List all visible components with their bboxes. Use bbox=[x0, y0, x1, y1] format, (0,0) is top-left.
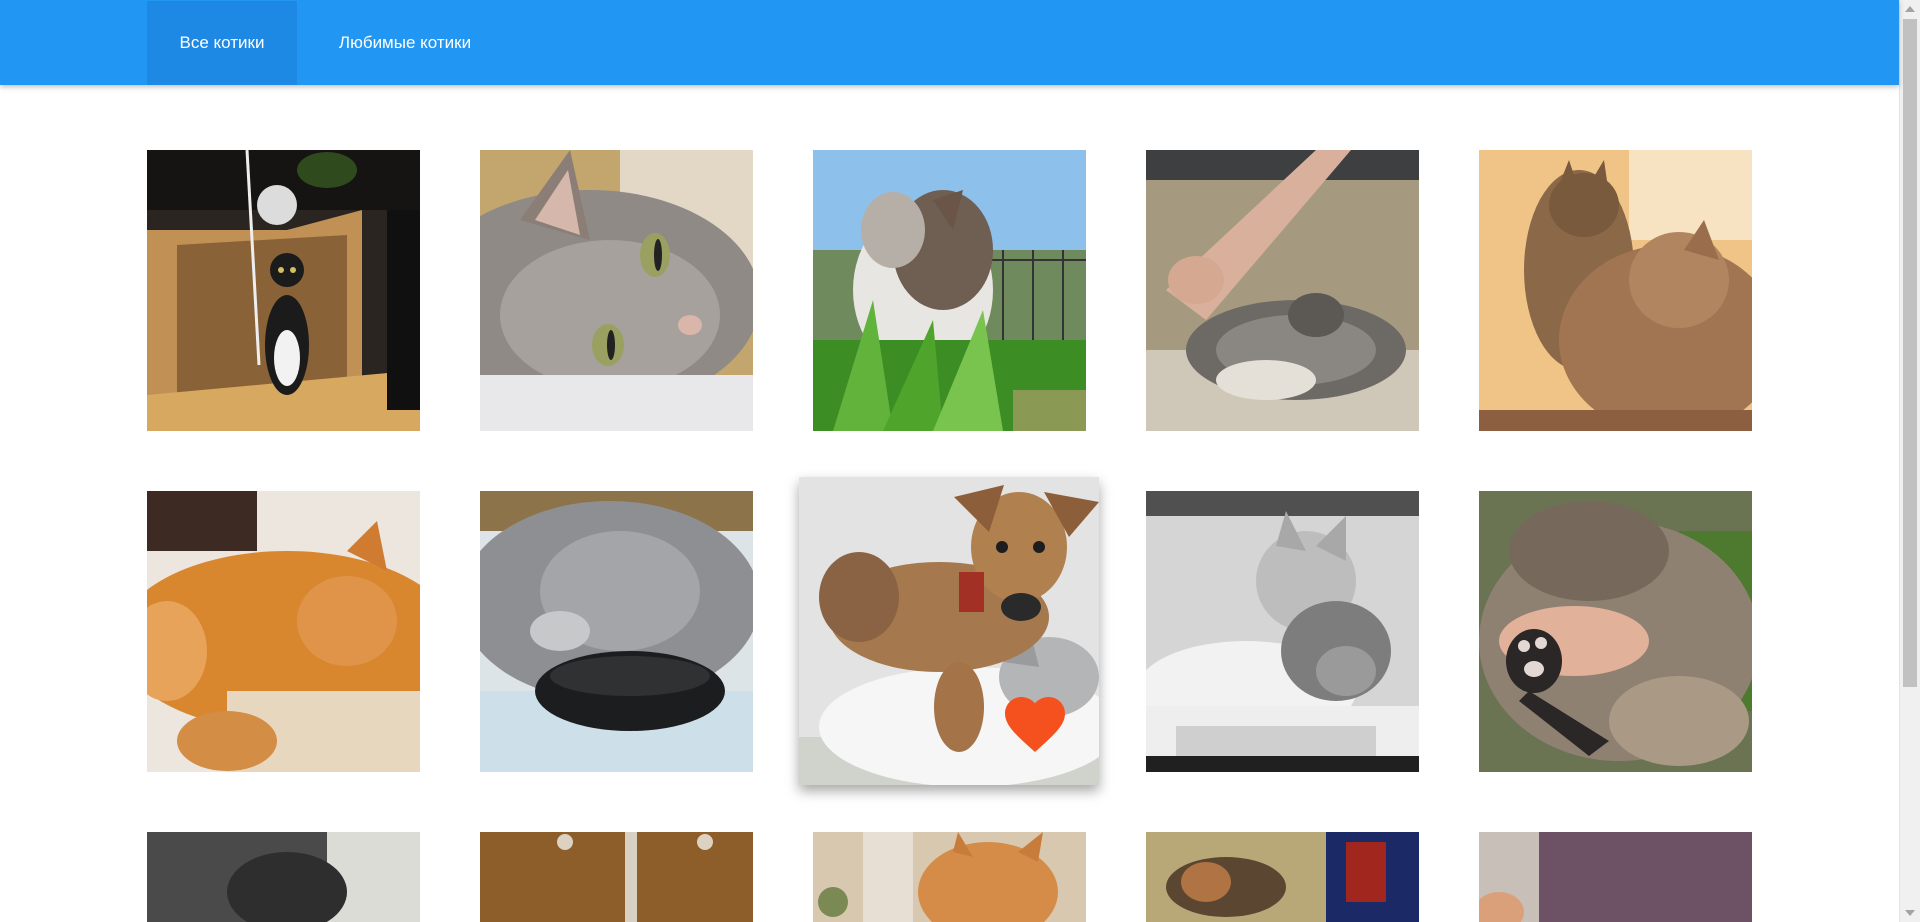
cat-card[interactable] bbox=[1479, 491, 1752, 772]
cat-photo bbox=[1146, 491, 1419, 772]
cat-photo bbox=[480, 150, 753, 431]
cat-card[interactable] bbox=[1479, 150, 1752, 431]
cat-photo bbox=[147, 832, 420, 922]
cat-card[interactable] bbox=[147, 491, 420, 772]
cat-card[interactable] bbox=[1479, 832, 1752, 922]
scroll-thumb[interactable] bbox=[1903, 19, 1917, 687]
cat-card[interactable] bbox=[480, 150, 753, 431]
cat-card[interactable] bbox=[480, 832, 753, 922]
cat-photo bbox=[1479, 832, 1752, 922]
cat-card[interactable] bbox=[147, 150, 420, 431]
cat-card[interactable] bbox=[480, 491, 753, 772]
cat-photo bbox=[1479, 150, 1752, 431]
app-root: Все котики Любимые котики bbox=[0, 0, 1920, 922]
cat-photo bbox=[480, 832, 753, 922]
tab-favorite-cats[interactable]: Любимые котики bbox=[297, 1, 513, 85]
cat-photo bbox=[147, 491, 420, 772]
scroll-down-arrow-icon[interactable] bbox=[1905, 910, 1915, 916]
tab-all-cats-label: Все котики bbox=[179, 33, 265, 52]
cat-card[interactable] bbox=[813, 150, 1086, 431]
tab-favorite-cats-label: Любимые котики bbox=[338, 33, 472, 52]
top-navbar: Все котики Любимые котики bbox=[0, 0, 1899, 85]
cat-photo bbox=[813, 150, 1086, 431]
cat-card-hovered[interactable] bbox=[799, 477, 1099, 785]
vertical-scrollbar[interactable] bbox=[1899, 0, 1920, 922]
cat-photo bbox=[147, 150, 420, 431]
cat-card[interactable] bbox=[1146, 832, 1419, 922]
cat-card[interactable] bbox=[1146, 491, 1419, 772]
cat-photo bbox=[1479, 491, 1752, 772]
cat-gallery bbox=[0, 0, 1899, 922]
cat-photo bbox=[1146, 832, 1419, 922]
heart-icon[interactable] bbox=[999, 688, 1071, 754]
cat-card[interactable] bbox=[813, 832, 1086, 922]
cat-card[interactable] bbox=[1146, 150, 1419, 431]
cat-photo bbox=[1146, 150, 1419, 431]
tab-all-cats[interactable]: Все котики bbox=[147, 1, 297, 85]
cat-photo bbox=[480, 491, 753, 772]
cat-card[interactable] bbox=[147, 832, 420, 922]
cat-photo bbox=[813, 832, 1086, 922]
scroll-up-arrow-icon[interactable] bbox=[1905, 6, 1915, 12]
